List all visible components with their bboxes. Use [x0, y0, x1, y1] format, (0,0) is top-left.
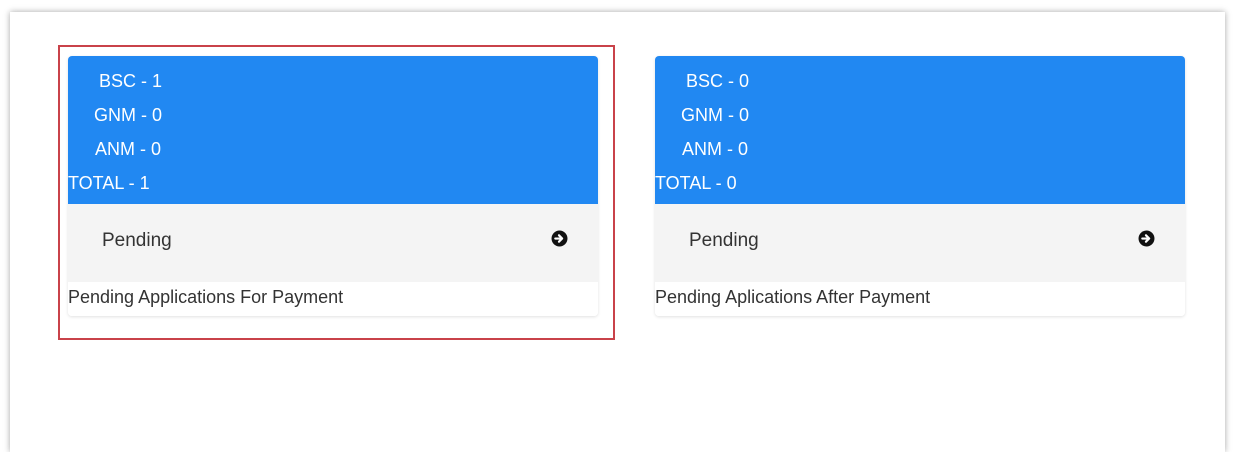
card-header: BSC - 1 GNM - 0 ANM - 0 TOTAL - 1: [68, 56, 598, 204]
stat-gnm: GNM - 0: [681, 105, 750, 125]
pending-link[interactable]: Pending: [68, 204, 598, 282]
stat-anm: ANM - 0: [95, 139, 162, 159]
pending-label: Pending: [102, 230, 172, 251]
pending-link[interactable]: Pending: [655, 204, 1185, 282]
stat-total: TOTAL - 1: [68, 173, 150, 193]
card-caption: Pending Applications For Payment: [68, 282, 598, 316]
card-caption: Pending Aplications After Payment: [655, 282, 1185, 316]
card-header: BSC - 0 GNM - 0 ANM - 0 TOTAL - 0: [655, 56, 1185, 204]
stat-bsc: BSC - 1: [99, 71, 163, 91]
pending-after-payment-card: BSC - 0 GNM - 0 ANM - 0 TOTAL - 0 Pendin…: [655, 56, 1185, 316]
stat-anm: ANM - 0: [682, 139, 749, 159]
stat-bsc: BSC - 0: [686, 71, 750, 91]
stat-gnm: GNM - 0: [94, 105, 163, 125]
stat-total: TOTAL - 0: [655, 173, 737, 193]
pending-for-payment-card: BSC - 1 GNM - 0 ANM - 0 TOTAL - 1 Pendin…: [68, 56, 598, 316]
arrow-circle-right-icon[interactable]: [1138, 230, 1155, 247]
arrow-circle-right-icon[interactable]: [551, 230, 568, 247]
pending-label: Pending: [689, 230, 759, 251]
